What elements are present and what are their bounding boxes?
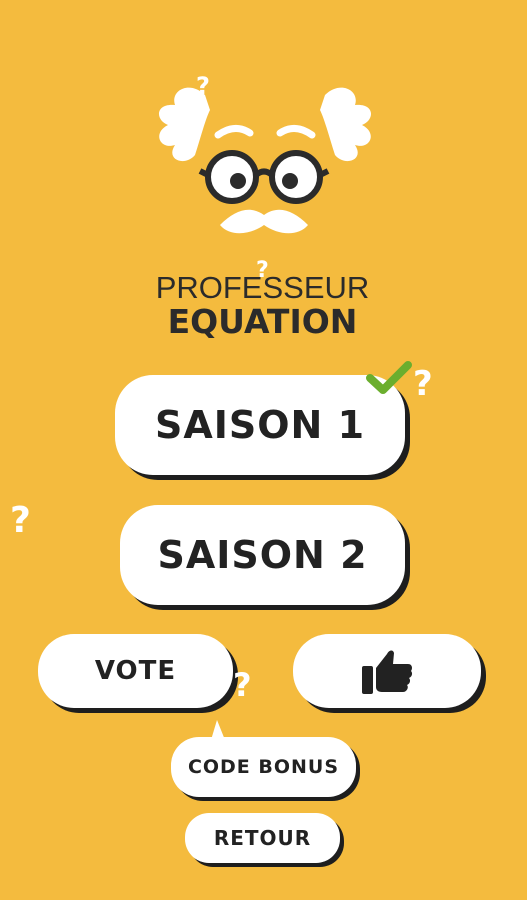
vote-label: VOTE	[94, 656, 177, 686]
code-bonus-label: CODE BONUS	[187, 756, 340, 778]
vote-button[interactable]: VOTE	[38, 634, 233, 708]
question-mark-icon: ?	[196, 72, 210, 100]
question-mark-icon: ?	[233, 666, 252, 704]
code-bonus-button[interactable]: CODE BONUS	[171, 737, 356, 797]
back-label: RETOUR	[213, 826, 312, 850]
question-mark-icon: ?	[10, 500, 31, 541]
back-button[interactable]: RETOUR	[185, 813, 340, 863]
logo-title-equation: EQUATION	[167, 302, 358, 341]
season-1-label: SAISON 1	[154, 403, 366, 447]
like-button[interactable]	[293, 634, 481, 708]
season-2-label: SAISON 2	[157, 533, 368, 577]
season-1-button[interactable]: SAISON 1	[115, 375, 405, 475]
season-2-button[interactable]: SAISON 2	[120, 505, 405, 605]
thumbs-up-icon	[362, 650, 413, 694]
logo-title-professeur: PROFESSEUR	[155, 270, 370, 305]
question-mark-icon: ?	[413, 364, 433, 404]
professor-mascot	[158, 87, 372, 234]
checkmark-icon	[366, 361, 412, 394]
